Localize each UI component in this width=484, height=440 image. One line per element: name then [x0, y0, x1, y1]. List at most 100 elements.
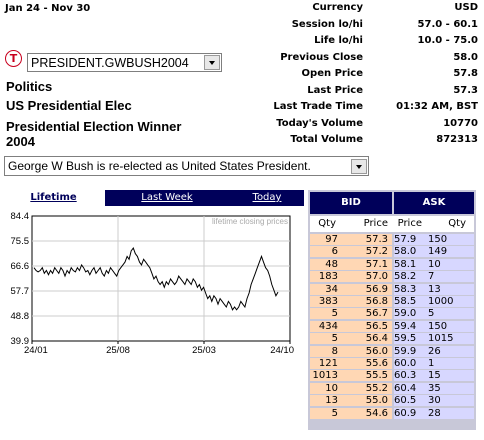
stat-label: Life lo/hi	[314, 35, 363, 46]
market-subtitle-line: Presidential Election Winner	[6, 119, 182, 134]
contract-select-value: PRESIDENT.GWBUSH2004	[31, 55, 189, 70]
bid-qty-header: Qty	[318, 218, 336, 229]
ask-qty: 149	[428, 246, 448, 258]
exchange-logo-icon: T	[5, 50, 22, 67]
description-select[interactable]: George W Bush is re-elected as United St…	[4, 156, 369, 176]
ask-price: 60.9	[394, 407, 417, 419]
y-tick-label: 48.8	[11, 311, 30, 322]
bid-price: 54.6	[365, 407, 388, 419]
ask-header: ASK	[394, 192, 474, 214]
bid-price: 56.7	[365, 308, 388, 320]
ask-price: 58.3	[394, 283, 417, 295]
bid-qty: 34	[325, 283, 338, 295]
bid-price: 56.4	[365, 333, 388, 345]
bid-price: 55.0	[365, 395, 388, 407]
stat-label: Today's Volume	[276, 117, 363, 129]
ask-price: 60.5	[394, 395, 417, 407]
order-book-row[interactable]: 183 57.0 58.2 7	[310, 271, 474, 283]
order-book-row[interactable]: 48 57.1 58.1 10	[310, 258, 474, 271]
ask-qty: 28	[428, 407, 441, 419]
bid-qty: 5	[331, 407, 338, 419]
ask-qty: 30	[428, 395, 441, 407]
ask-price: 60.0	[394, 358, 417, 369]
order-book-row[interactable]: 10 55.2 60.4 35	[310, 382, 474, 395]
order-book-row[interactable]: 34 56.9 58.3 13	[310, 283, 474, 296]
stat-label: Last Trade Time	[273, 101, 363, 112]
stat-session-lo-hi: Session lo/hi 57.0 - 60.1	[178, 19, 478, 36]
order-book-row[interactable]: 434 56.5 59.4 150	[310, 320, 474, 333]
description-select-value: George W Bush is re-elected as United St…	[8, 159, 311, 173]
ask-qty: 1000	[428, 296, 454, 307]
bid-qty: 1013	[312, 370, 338, 382]
bid-price: 56.8	[365, 296, 388, 307]
bid-price: 57.3	[365, 234, 388, 245]
price-chart-svg: 84.475.566.657.748.839.924/01 25/08 25/03 2…	[11, 211, 295, 356]
tab-lifetime[interactable]: Lifetime	[2, 190, 105, 206]
bid-qty: 8	[331, 345, 338, 357]
contract-select[interactable]: PRESIDENT.GWBUSH2004	[27, 53, 222, 72]
bid-qty: 121	[318, 358, 338, 369]
bid-price: 56.9	[365, 283, 388, 295]
ask-price: 57.9	[394, 234, 417, 245]
ask-qty: 5	[428, 308, 435, 320]
bid-price: 57.1	[365, 258, 388, 270]
stat-last-price: Last Price 57.3	[178, 85, 478, 102]
tab-last-week[interactable]: Last Week	[117, 190, 217, 206]
order-book-row[interactable]: 5 56.7 59.0 5	[310, 308, 474, 320]
bid-price: 56.0	[365, 345, 388, 357]
ask-qty: 35	[428, 382, 441, 394]
y-tick-label: 66.6	[11, 261, 30, 272]
chart-title: lifetime closing prices	[212, 217, 288, 226]
ask-price: 58.2	[394, 271, 417, 283]
order-book-row[interactable]: 13 55.0 60.5 30	[310, 395, 474, 407]
ask-price: 60.3	[394, 370, 417, 382]
ask-price-header: Price	[397, 218, 422, 229]
stat-value: 10770	[443, 117, 478, 129]
order-book-row[interactable]: 6 57.2 58.0 149	[310, 246, 474, 258]
chart-tabs: Lifetime Last Week Today	[2, 190, 304, 206]
order-book-row[interactable]: 383 56.8 58.5 1000	[310, 296, 474, 308]
plot-area	[31, 215, 291, 342]
order-book-row[interactable]: 5 54.6 60.9 28	[310, 407, 474, 420]
y-tick-label: 84.4	[11, 211, 30, 222]
order-book-row[interactable]: 1013 55.5 60.3 15	[310, 370, 474, 382]
bid-price: 56.5	[365, 320, 388, 332]
stat-label: Last Price	[307, 84, 363, 96]
bid-qty: 5	[331, 308, 338, 320]
ask-price: 58.1	[394, 258, 417, 270]
chevron-down-icon[interactable]	[351, 158, 367, 174]
x-tick-label: 24/10	[270, 345, 294, 356]
x-tick-label: 25/08	[106, 345, 130, 356]
ask-price: 59.9	[394, 345, 417, 357]
tab-today[interactable]: Today	[232, 190, 302, 206]
stat-value: 57.8	[453, 68, 478, 79]
x-tick-label: 25/03	[192, 345, 216, 356]
market-subtitle: Presidential Election Winner 2004	[6, 119, 181, 149]
ask-price: 59.5	[394, 333, 417, 345]
bid-qty: 183	[318, 271, 338, 283]
bid-qty: 434	[318, 320, 338, 332]
market-subtitle-line: 2004	[6, 134, 35, 149]
order-book-row[interactable]: 5 56.4 59.5 1015	[310, 333, 474, 345]
y-tick-label: 75.5	[11, 236, 30, 247]
stat-label: Total Volume	[290, 134, 363, 145]
ask-price: 60.4	[394, 382, 417, 394]
stat-value: USD	[454, 2, 478, 13]
order-book-row[interactable]: 121 55.6 60.0 1	[310, 358, 474, 370]
bid-price: 55.6	[365, 358, 388, 369]
order-book-row[interactable]: 8 56.0 59.9 26	[310, 345, 474, 358]
ask-qty: 26	[428, 345, 441, 357]
ask-price: 59.4	[394, 320, 417, 332]
stat-value: 57.3	[453, 84, 478, 96]
ask-qty: 7	[428, 271, 435, 283]
order-book-row[interactable]: 97 57.3 57.9 150	[310, 234, 474, 246]
stat-previous-close: Previous Close 58.0	[178, 52, 478, 69]
ask-qty: 150	[428, 234, 448, 245]
bid-qty: 48	[325, 258, 338, 270]
chevron-down-icon[interactable]	[204, 55, 220, 70]
stat-value: 01:32 AM, BST	[396, 101, 478, 112]
stat-life-lo-hi: Life lo/hi 10.0 - 75.0	[178, 35, 478, 52]
bid-qty: 13	[325, 395, 338, 407]
bid-price: 55.2	[365, 382, 388, 394]
stat-label: Currency	[312, 2, 363, 13]
